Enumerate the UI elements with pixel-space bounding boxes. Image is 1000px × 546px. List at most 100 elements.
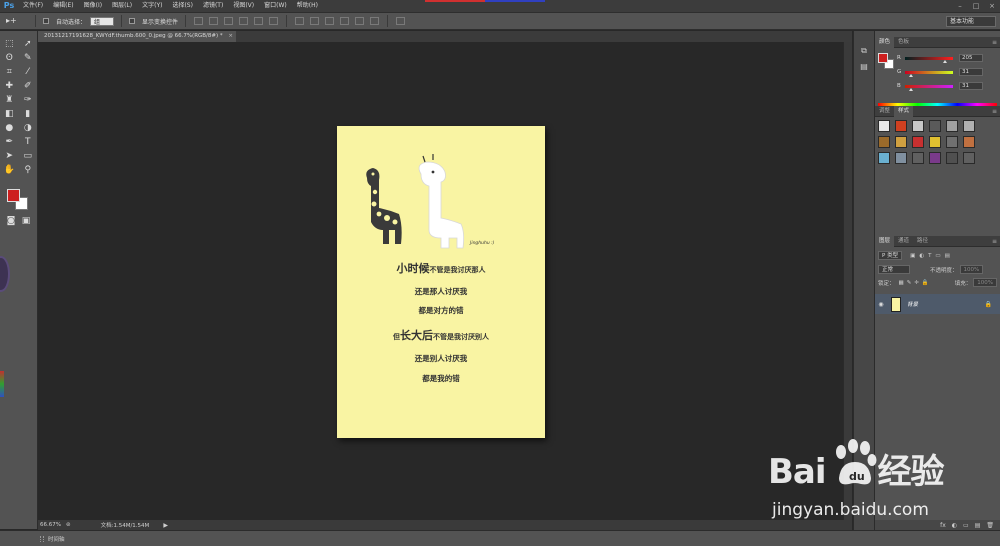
blue-slider-thumb[interactable] — [909, 87, 913, 91]
healing-brush-icon[interactable]: ✚ — [3, 81, 15, 92]
layer-visibility-eye-icon[interactable]: ◉ — [875, 301, 887, 308]
layer-filter-icons[interactable]: ▣◐T▭▤ — [910, 253, 954, 259]
rectangle-tool-icon[interactable]: ▭ — [22, 151, 34, 162]
style-swatch[interactable] — [946, 152, 958, 164]
style-swatch[interactable] — [963, 120, 975, 132]
style-swatch[interactable] — [963, 136, 975, 148]
style-swatch[interactable] — [878, 120, 890, 132]
tab-paths[interactable]: 路径 — [913, 236, 932, 247]
path-select-icon[interactable]: ➤ — [3, 151, 15, 162]
close-tab-icon[interactable]: × — [228, 31, 233, 42]
green-value-input[interactable]: 31 — [959, 68, 983, 76]
style-swatch[interactable] — [929, 136, 941, 148]
red-slider[interactable] — [905, 56, 953, 63]
blue-value-input[interactable]: 31 — [959, 82, 983, 90]
auto-select-dropdown[interactable]: 组 — [90, 16, 115, 26]
tab-color[interactable]: 颜色 — [875, 36, 895, 48]
move-tool-preset-icon[interactable]: ▸+ — [6, 15, 28, 27]
panel-grip-icon[interactable] — [40, 536, 44, 542]
close-button[interactable]: × — [988, 2, 996, 10]
minimize-button[interactable]: – — [956, 2, 964, 10]
lock-icons[interactable]: ▦✎✛🔒 — [899, 280, 932, 286]
menu-select[interactable]: 选择(S) — [167, 0, 198, 12]
maximize-button[interactable]: □ — [972, 2, 980, 10]
type-tool-icon[interactable]: T — [22, 137, 34, 148]
fill-input[interactable]: 100% — [973, 278, 997, 287]
eraser-tool-icon[interactable]: ◧ — [3, 109, 15, 120]
menu-type[interactable]: 文字(Y) — [137, 0, 167, 12]
auto-align-icon[interactable] — [396, 17, 406, 25]
style-swatch[interactable] — [963, 152, 975, 164]
color-panel-foreground-swatch[interactable] — [878, 53, 888, 63]
style-swatch[interactable] — [895, 136, 907, 148]
blend-mode-dropdown[interactable]: 正常 — [878, 265, 910, 274]
foreground-color-swatch[interactable] — [7, 189, 20, 202]
move-tool-icon[interactable]: ➚ — [22, 39, 34, 50]
zoom-tool-icon[interactable]: ⚲ — [22, 165, 34, 176]
tab-layers[interactable]: 图层 — [875, 235, 895, 247]
align-left-icon[interactable] — [239, 17, 249, 25]
style-swatch[interactable] — [912, 136, 924, 148]
align-top-icon[interactable] — [194, 17, 204, 25]
style-swatch[interactable] — [878, 136, 890, 148]
style-swatch[interactable] — [895, 152, 907, 164]
clone-stamp-icon[interactable]: ♜ — [3, 95, 15, 106]
distribute-bottom-icon[interactable] — [325, 17, 335, 25]
layer-kind-filter[interactable]: P 类型 — [878, 251, 903, 260]
style-swatch[interactable] — [946, 136, 958, 148]
layer-name[interactable]: 背景 — [907, 300, 918, 308]
screen-mode-icon[interactable]: ▣ — [20, 216, 32, 227]
status-info-icon[interactable]: ⊚ — [66, 522, 71, 528]
style-swatch[interactable] — [878, 152, 890, 164]
distribute-top-icon[interactable] — [295, 17, 305, 25]
green-slider-thumb[interactable] — [909, 73, 913, 77]
align-bottom-icon[interactable] — [224, 17, 234, 25]
gradient-tool-icon[interactable]: ▮ — [22, 109, 34, 120]
properties-panel-icon[interactable]: ▤ — [857, 61, 871, 73]
show-transform-checkbox[interactable] — [129, 18, 136, 24]
auto-select-checkbox[interactable] — [43, 18, 49, 24]
tab-channels[interactable]: 通道 — [894, 236, 913, 247]
pen-tool-icon[interactable]: ✒ — [3, 137, 15, 148]
marquee-tool-icon[interactable]: ⬚ — [3, 39, 15, 50]
distribute-vcenter-icon[interactable] — [310, 17, 320, 25]
style-swatch[interactable] — [946, 120, 958, 132]
status-menu-arrow-icon[interactable]: ▶ — [163, 522, 168, 529]
workspace-dropdown[interactable]: 基本功能 — [946, 16, 996, 27]
panel-menu-icon[interactable]: ≡ — [992, 238, 997, 245]
red-slider-thumb[interactable] — [943, 59, 947, 63]
menu-window[interactable]: 窗口(W) — [259, 0, 292, 12]
tab-styles[interactable]: 样式 — [894, 105, 914, 117]
canvas-area[interactable]: Jinghuhu :) 小时候不管是我讨厌那人 还是那人讨厌我 都是对方的错 但… — [38, 42, 852, 520]
history-panel-icon[interactable]: ⧉ — [857, 45, 871, 57]
timeline-label[interactable]: 时间轴 — [48, 535, 65, 543]
distribute-hcenter-icon[interactable] — [355, 17, 365, 25]
style-swatch[interactable] — [929, 152, 941, 164]
blue-slider[interactable] — [905, 84, 953, 91]
panel-menu-icon[interactable]: ≡ — [992, 39, 997, 46]
distribute-left-icon[interactable] — [340, 17, 350, 25]
menu-image[interactable]: 图像(I) — [79, 0, 107, 12]
style-swatch[interactable] — [912, 152, 924, 164]
history-brush-icon[interactable]: ✑ — [22, 95, 34, 106]
blur-tool-icon[interactable]: ● — [3, 123, 15, 134]
opacity-input[interactable]: 100% — [959, 265, 984, 274]
brush-tool-icon[interactable]: ✐ — [22, 81, 34, 92]
crop-tool-icon[interactable]: ⌗ — [3, 67, 15, 78]
red-value-input[interactable]: 205 — [959, 54, 983, 62]
menu-filter[interactable]: 滤镜(T) — [198, 0, 228, 12]
style-swatch[interactable] — [912, 120, 924, 132]
hand-tool-icon[interactable]: ✋ — [3, 165, 15, 176]
menu-file[interactable]: 文件(F) — [18, 0, 48, 12]
align-hcenter-icon[interactable] — [254, 17, 264, 25]
quick-select-tool-icon[interactable]: ✎ — [22, 53, 34, 64]
zoom-level[interactable]: 66.67% — [40, 522, 66, 528]
menu-help[interactable]: 帮助(H) — [292, 0, 323, 12]
panel-menu-icon[interactable]: ≡ — [992, 108, 997, 115]
green-slider[interactable] — [905, 70, 953, 77]
align-right-icon[interactable] — [269, 17, 279, 25]
menu-edit[interactable]: 编辑(E) — [48, 0, 78, 12]
distribute-right-icon[interactable] — [370, 17, 380, 25]
tab-adjustments[interactable]: 调整 — [875, 106, 894, 117]
menu-layer[interactable]: 图层(L) — [107, 0, 137, 12]
